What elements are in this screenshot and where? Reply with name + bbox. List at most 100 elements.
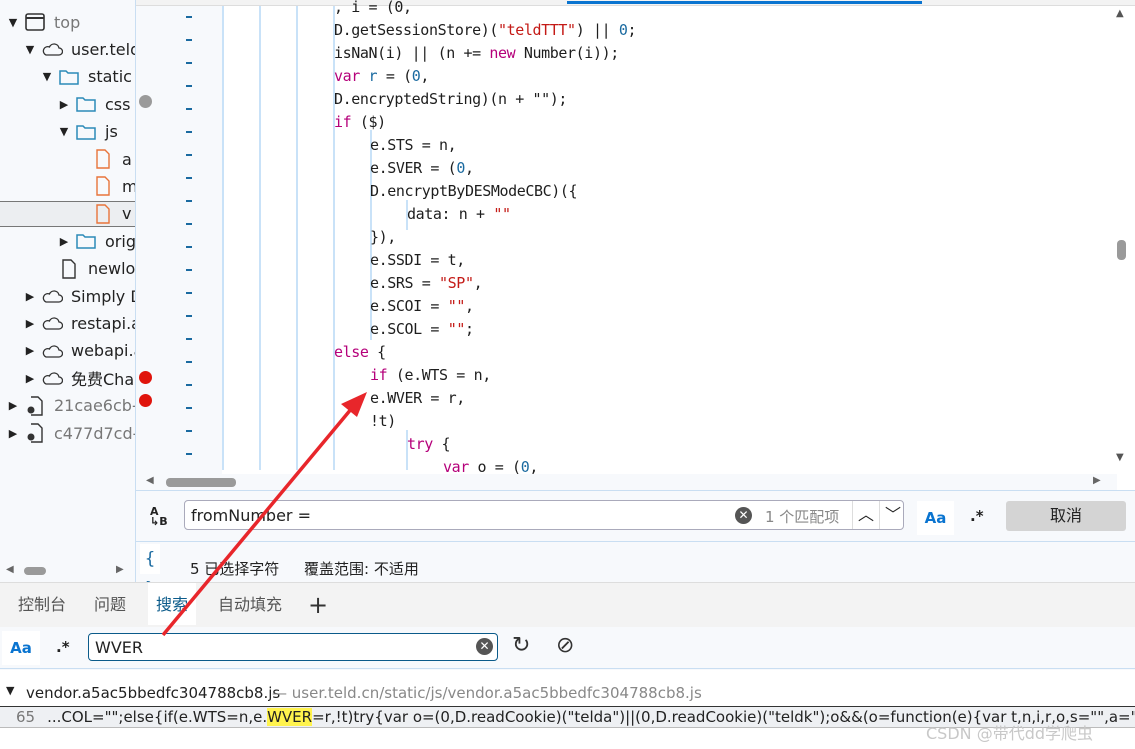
line-number-placeholder[interactable]	[186, 269, 192, 271]
tree-item[interactable]: ▼ top	[6, 9, 80, 35]
breakpoint-icon[interactable]	[139, 394, 152, 407]
line-number-placeholder[interactable]	[186, 154, 192, 156]
code-token: {	[368, 343, 386, 361]
line-number-placeholder[interactable]	[186, 108, 192, 110]
line-number-placeholder[interactable]	[186, 246, 192, 248]
horizontal-scrollbar[interactable]: ◀ ▶	[136, 474, 1117, 490]
tree-item[interactable]: ▼ user.teld	[23, 36, 135, 62]
scroll-left-icon[interactable]: ◀	[6, 564, 14, 575]
replace-toggle-icon[interactable]: A ↳B	[150, 506, 168, 527]
next-match-button[interactable]: ﹀	[879, 501, 906, 529]
scroll-up-icon[interactable]: ▲	[1116, 8, 1124, 19]
tree-item[interactable]: ▶ restapi.a	[23, 310, 135, 336]
line-number-placeholder[interactable]	[186, 384, 192, 386]
cancel-button[interactable]: 取消	[1006, 501, 1126, 531]
scroll-right-icon[interactable]: ▶	[116, 564, 124, 575]
line-number-placeholder[interactable]	[186, 16, 192, 18]
scroll-right-icon[interactable]: ▶	[1093, 475, 1101, 486]
tree-item[interactable]: a	[74, 146, 132, 172]
drawer-tab[interactable]: 自动填充	[210, 583, 290, 625]
clear-icon[interactable]: ✕	[735, 507, 752, 524]
line-number-placeholder[interactable]	[186, 85, 192, 87]
line-number-placeholder[interactable]	[186, 131, 192, 133]
line-number-placeholder[interactable]	[186, 315, 192, 317]
tree-horizontal-scrollbar[interactable]: ◀ ▶	[0, 562, 136, 580]
watermark: CSDN @带代dd学爬虫	[926, 724, 1094, 743]
code-line: else {	[334, 343, 386, 361]
tree-item[interactable]: newlo	[40, 256, 135, 282]
code-line: , i = (0,	[334, 0, 412, 16]
tree-item-label: m	[122, 177, 135, 196]
line-number-placeholder[interactable]	[186, 430, 192, 432]
line-number-placeholder[interactable]	[186, 177, 192, 179]
find-input[interactable]: fromNumber = ✕ 1 个匹配项 ︿ ﹀	[184, 500, 904, 530]
breakpoint-icon[interactable]	[139, 371, 152, 384]
tree-item[interactable]: ▶ 免费Cha	[23, 365, 134, 391]
tree-item[interactable]: ▶ css	[57, 91, 131, 117]
tree-item[interactable]: m	[74, 173, 135, 199]
tree-item[interactable]: ▶ Simply D	[23, 283, 135, 309]
line-number-placeholder[interactable]	[186, 361, 192, 363]
line-number-placeholder[interactable]	[186, 200, 192, 202]
line-number-placeholder[interactable]	[186, 407, 192, 409]
drawer-tab[interactable]: 问题	[86, 583, 134, 625]
expand-right-icon[interactable]: ▶	[6, 399, 20, 412]
expand-down-icon[interactable]: ▼	[57, 125, 71, 138]
result-file-name[interactable]: vendor.a5ac5bbedfc304788cb8.js	[26, 684, 280, 702]
tree-item[interactable]: ▶ orig	[57, 228, 135, 254]
tree-item[interactable]: ▼ js	[57, 119, 118, 145]
scroll-left-icon[interactable]: ◀	[146, 475, 154, 486]
expand-right-icon[interactable]: ▶	[23, 290, 37, 303]
tree-item[interactable]: v	[0, 200, 135, 227]
extension-file-icon	[27, 395, 43, 416]
line-number-placeholder[interactable]	[186, 338, 192, 340]
match-case-button[interactable]: Aa	[917, 501, 954, 535]
indent-guide	[259, 6, 261, 470]
previous-match-button[interactable]: ︿	[852, 501, 879, 529]
clear-results-icon[interactable]: ⊘	[556, 633, 574, 658]
scroll-thumb[interactable]	[166, 478, 236, 487]
drawer-tab[interactable]: 控制台	[10, 583, 74, 625]
line-number-placeholder[interactable]	[186, 39, 192, 41]
expand-down-icon[interactable]: ▼	[23, 43, 37, 56]
code-token: e.SRS =	[370, 274, 440, 292]
add-tab-icon[interactable]: +	[300, 583, 336, 625]
search-toolbar: Aa .* WVER ✕ ↻ ⊘	[0, 627, 1135, 669]
search-input[interactable]: WVER ✕	[88, 633, 498, 661]
tree-item[interactable]: ▼ static	[40, 64, 132, 90]
pretty-print-icon[interactable]: { }	[140, 544, 160, 599]
disabled-breakpoint-icon[interactable]	[139, 95, 152, 108]
expand-down-icon[interactable]: ▼	[6, 16, 20, 29]
expand-right-icon[interactable]: ▶	[23, 317, 37, 330]
line-number-placeholder[interactable]	[186, 62, 192, 64]
drawer-tab[interactable]: 搜索	[148, 583, 197, 625]
folder-icon	[59, 70, 79, 85]
line-number-placeholder[interactable]	[186, 223, 192, 225]
line-gutter[interactable]	[136, 6, 222, 490]
code-line: D.encryptedString)(n + "");	[334, 90, 567, 108]
line-number-placeholder[interactable]	[186, 453, 192, 455]
expand-right-icon[interactable]: ▶	[57, 98, 71, 111]
regex-button[interactable]: .*	[56, 638, 70, 656]
expand-right-icon[interactable]: ▶	[6, 427, 20, 440]
tree-item[interactable]: ▶ webapi.a	[23, 338, 135, 364]
refresh-icon[interactable]: ↻	[512, 633, 530, 658]
scroll-down-icon[interactable]: ▼	[1116, 452, 1124, 463]
collapse-triangle-icon[interactable]: ▼	[6, 684, 14, 697]
tree-item[interactable]: ▶ c477d7cd-	[6, 420, 135, 446]
folder-icon	[76, 97, 96, 112]
expand-down-icon[interactable]: ▼	[40, 70, 54, 83]
vertical-scrollbar[interactable]	[1117, 240, 1126, 260]
line-number-placeholder[interactable]	[186, 292, 192, 294]
clear-icon[interactable]: ✕	[476, 638, 493, 655]
tree-item-label: webapi.a	[71, 341, 135, 361]
regex-button[interactable]: .*	[970, 507, 984, 525]
match-case-button[interactable]: Aa	[2, 631, 40, 665]
expand-right-icon[interactable]: ▶	[23, 372, 37, 385]
code-line: e.SVER = (0,	[370, 159, 474, 177]
tree-item[interactable]: ▶ 21cae6cb-	[6, 393, 135, 419]
scroll-thumb[interactable]	[24, 567, 46, 575]
expand-right-icon[interactable]: ▶	[23, 344, 37, 357]
expand-right-icon[interactable]: ▶	[57, 235, 71, 248]
code-editor[interactable]	[136, 0, 1135, 490]
